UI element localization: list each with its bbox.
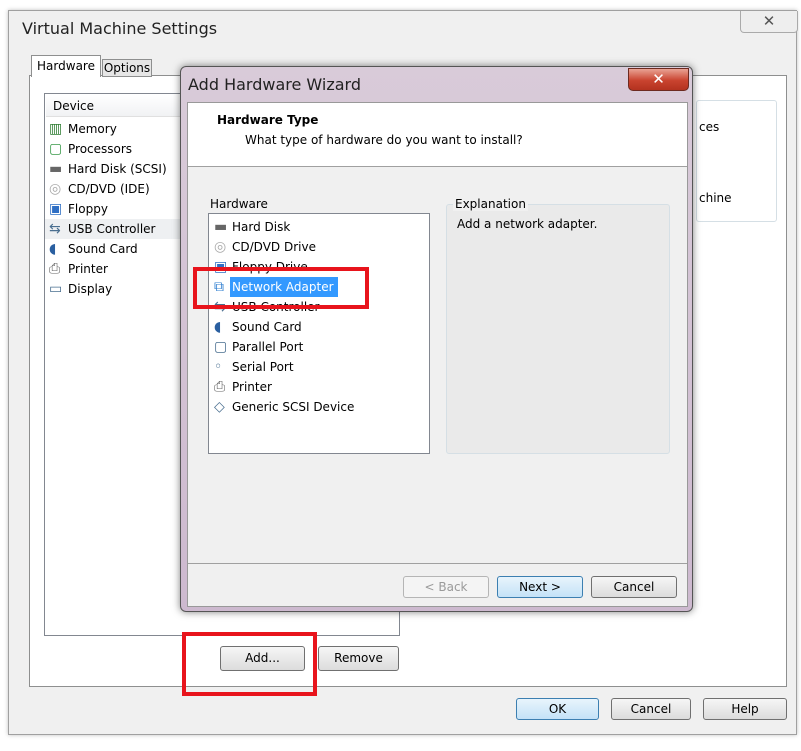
close-button[interactable]: ✕ — [740, 11, 798, 33]
hardware-label: Printer — [232, 380, 272, 394]
printer-icon: ⎙ — [49, 261, 61, 277]
hardware-item[interactable]: ◎ CD/DVD Drive — [209, 237, 429, 257]
wizard-body: Hardware Type What type of hardware do y… — [187, 102, 688, 607]
tab-options[interactable]: Options — [102, 59, 152, 77]
device-label: Display — [68, 282, 113, 296]
wizard-title: Add Hardware Wizard — [188, 75, 361, 94]
device-label: Processors — [68, 142, 133, 156]
hard-disk-icon: ▬ — [49, 161, 63, 177]
usb-icon: ⇆ — [49, 221, 61, 237]
wizard-cancel-button[interactable]: Cancel — [591, 576, 677, 598]
hardware-list: ▬ Hard Disk ◎ CD/DVD Drive ▣ Floppy Drive ⧉ Net… — [208, 213, 430, 454]
device-label: Memory — [68, 122, 117, 136]
device-label: Printer — [68, 262, 108, 276]
hardware-label: Hard Disk — [232, 220, 291, 234]
explanation-group: Explanation Add a network adapter. — [446, 197, 670, 454]
tab-hardware[interactable]: Hardware — [31, 55, 101, 77]
wizard-heading: Hardware Type — [217, 113, 319, 127]
close-icon: ✕ — [762, 12, 776, 30]
hardware-item[interactable]: ◇ Generic SCSI Device — [209, 397, 429, 417]
memory-icon: ▥ — [49, 121, 63, 137]
hard-disk-icon: ▬ — [214, 219, 228, 235]
hardware-label: Sound Card — [232, 320, 302, 334]
hardware-label: CD/DVD Drive — [232, 240, 316, 254]
device-label: USB Controller — [68, 222, 156, 236]
separator — [188, 563, 687, 564]
device-label: CD/DVD (IDE) — [68, 182, 150, 196]
display-icon: ▭ — [49, 281, 63, 297]
sound-icon: ◖ — [214, 319, 222, 335]
wizard-header: Hardware Type What type of hardware do y… — [188, 103, 687, 167]
next-button[interactable]: Next > — [497, 576, 583, 598]
summary-text-2: chine — [699, 191, 732, 205]
processor-icon: ▢ — [49, 141, 63, 157]
hardware-item[interactable]: ◖ Sound Card — [209, 317, 429, 337]
printer-icon: ⎙ — [214, 379, 226, 395]
parallel-port-icon: ▢ — [214, 339, 228, 355]
help-button[interactable]: Help — [703, 698, 787, 720]
add-hardware-wizard-dialog: Add Hardware Wizard ✕ Hardware Type What… — [180, 66, 693, 612]
explanation-text: Add a network adapter. — [457, 217, 598, 231]
device-label: Hard Disk (SCSI) — [68, 162, 167, 176]
back-button[interactable]: < Back — [403, 576, 489, 598]
close-icon: ✕ — [652, 70, 665, 88]
hardware-label: Generic SCSI Device — [232, 400, 355, 414]
hardware-item[interactable]: ▬ Hard Disk — [209, 217, 429, 237]
floppy-icon: ▣ — [49, 201, 63, 217]
hardware-item[interactable]: ▢ Parallel Port — [209, 337, 429, 357]
highlight-network-adapter — [193, 267, 369, 309]
hardware-label: Hardware — [210, 197, 268, 211]
scsi-icon: ◇ — [214, 399, 225, 415]
remove-button[interactable]: Remove — [318, 646, 399, 671]
device-label: Sound Card — [68, 242, 138, 256]
cd-dvd-icon: ◎ — [49, 181, 62, 197]
hardware-item[interactable]: ⎙ Printer — [209, 377, 429, 397]
cancel-button[interactable]: Cancel — [611, 698, 691, 720]
window-title: Virtual Machine Settings — [22, 19, 218, 38]
sound-icon: ◖ — [49, 241, 57, 257]
cd-dvd-icon: ◎ — [214, 239, 227, 255]
summary-group: ces chine — [696, 100, 777, 222]
serial-port-icon: ◦ — [214, 359, 223, 375]
hardware-label: Parallel Port — [232, 340, 304, 354]
explanation-label: Explanation — [453, 197, 528, 211]
device-label: Floppy — [68, 202, 108, 216]
wizard-close-button[interactable]: ✕ — [628, 68, 689, 91]
hardware-label: Serial Port — [232, 360, 294, 374]
hardware-item[interactable]: ◦ Serial Port — [209, 357, 429, 377]
summary-text-1: ces — [699, 120, 720, 134]
ok-button[interactable]: OK — [516, 698, 599, 720]
wizard-subheading: What type of hardware do you want to ins… — [245, 133, 523, 147]
highlight-add-button — [182, 632, 317, 696]
